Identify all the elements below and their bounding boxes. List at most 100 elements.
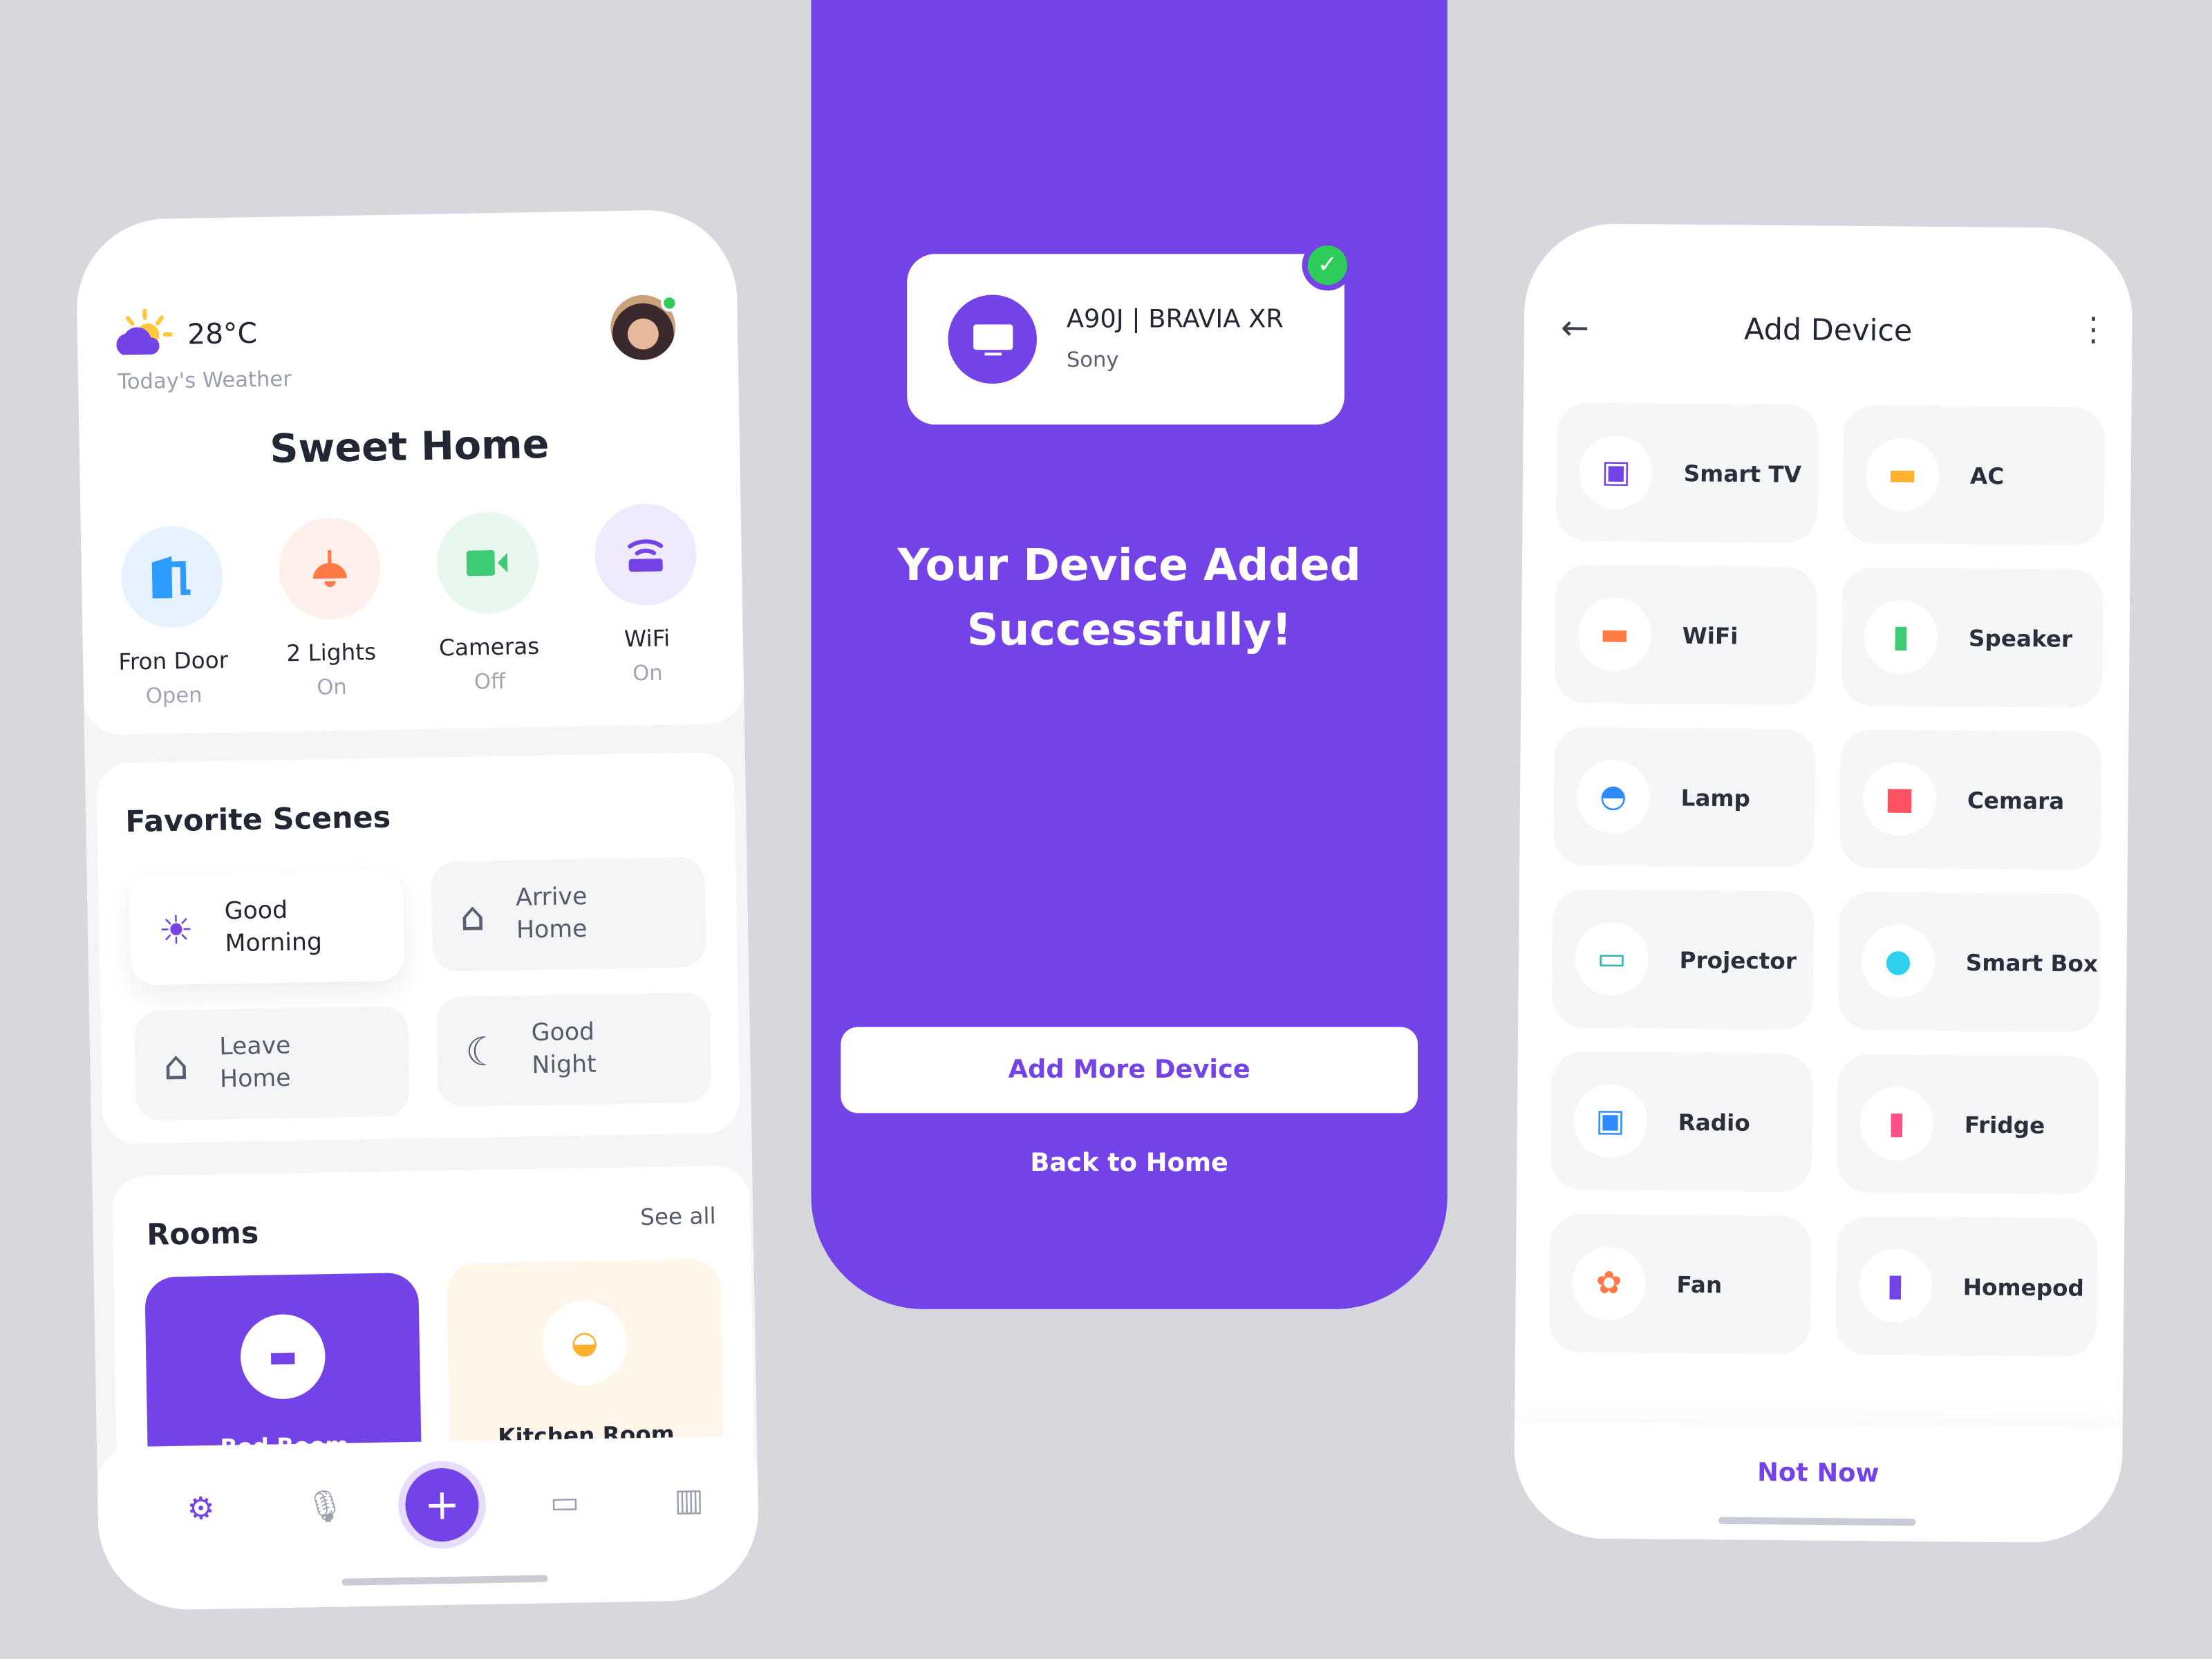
add-device-screen: ← Add Device · · · ▣ Smart TV ▬ AC ▬ WiFi ▮ Speak… (1513, 223, 2133, 1544)
ac-icon: ▬ (1865, 438, 1940, 512)
quick-lights[interactable]: 2 Lights On (259, 516, 403, 701)
device-option[interactable]: ▬ AC (1842, 404, 2105, 546)
device-label: Speaker (1968, 624, 2073, 652)
video-icon[interactable]: ▭ (543, 1481, 586, 1524)
device-label: WiFi (1682, 621, 1738, 649)
device-option[interactable]: ▮ Speaker (1841, 567, 2103, 708)
add-more-device-button[interactable]: Add More Device (841, 1027, 1418, 1114)
wifi-router-icon: ▬ (1577, 597, 1652, 672)
quick-status: Open (145, 682, 203, 709)
device-label: Projector (1679, 946, 1797, 974)
home-indicator (1718, 1517, 1916, 1526)
fridge-icon: ▮ (1859, 1086, 1934, 1161)
device-option[interactable]: ▣ Radio (1550, 1051, 1813, 1192)
scene-label: Home (516, 915, 588, 945)
device-option[interactable]: ▣ Smart TV (1556, 402, 1819, 543)
success-screen: A90J | BRAVIA XR Sony ✓ Your Device Adde… (811, 0, 1447, 1309)
speaker-icon: ▮ (1864, 599, 1938, 674)
home-indicator (341, 1575, 548, 1586)
quick-label: Cameras (438, 632, 540, 662)
tv-icon: ▣ (1579, 435, 1653, 509)
projector-icon: ▭ (1575, 921, 1649, 996)
chart-icon[interactable]: ▥ (667, 1479, 710, 1522)
plus-icon[interactable]: + (397, 1460, 487, 1550)
scene-leave-home[interactable]: ⌂ Leave Home (134, 1006, 410, 1121)
device-option[interactable]: ✿ Fan (1548, 1213, 1812, 1355)
lamp-icon (278, 516, 382, 621)
temperature: 28°C (187, 315, 258, 351)
scene-label: Good (531, 1018, 595, 1048)
camera-icon: ■ (1862, 762, 1937, 836)
arrive-home-icon: ⌂ (459, 892, 486, 940)
quick-front-door[interactable]: Fron Door Open (100, 525, 245, 709)
message-line: Successfully! (966, 605, 1292, 656)
device-option[interactable]: ■ Cemara (1839, 729, 2102, 870)
device-option[interactable]: ● Smart Box (1838, 891, 2101, 1033)
message-line: Your Device Added (897, 540, 1361, 592)
bottom-nav: ⚙ 🎙 + ▭ ▥ (97, 1436, 760, 1611)
quick-label: WiFi (624, 624, 671, 653)
door-icon (120, 525, 224, 629)
fan-icon: ✿ (1572, 1246, 1647, 1321)
wifi-router-icon (594, 503, 697, 607)
device-option[interactable]: ▭ Projector (1552, 889, 1815, 1030)
scene-label: Good (224, 897, 288, 926)
footer: Not Now (1513, 1422, 2123, 1544)
device-label: Lamp (1680, 783, 1751, 812)
quick-status: On (316, 674, 348, 700)
device-option[interactable]: ▮ Fridge (1837, 1053, 2099, 1194)
added-device-card: A90J | BRAVIA XR Sony (907, 254, 1344, 425)
moon-house-icon: ☾ (465, 1027, 501, 1075)
scene-label: Night (532, 1051, 597, 1080)
see-all-link[interactable]: See all (640, 1202, 716, 1230)
scene-good-night[interactable]: ☾ Good Night (435, 992, 712, 1107)
scene-label: Morning (225, 928, 323, 959)
weather-label: Today's Weather (117, 366, 292, 395)
bowl-icon: ◒ (541, 1300, 628, 1387)
page-title: Sweet Home (269, 420, 550, 473)
device-label: Cemara (1967, 786, 2065, 814)
lamp-icon: ◓ (1576, 759, 1651, 834)
toggle-icon[interactable]: ⚙ (179, 1488, 222, 1530)
quick-status: Off (474, 668, 506, 695)
quick-status: On (632, 659, 663, 686)
back-to-home-button[interactable]: Back to Home (811, 1148, 1447, 1178)
smart-box-icon: ● (1861, 924, 1936, 999)
device-label: Homepod (1962, 1273, 2085, 1301)
scene-good-morning[interactable]: ☀ Good Morning (129, 870, 405, 986)
sun-house-icon: ☀ (158, 906, 194, 953)
device-option[interactable]: ◓ Lamp (1553, 727, 1816, 868)
leave-home-icon: ⌂ (162, 1041, 189, 1089)
homepod-icon: ▮ (1858, 1248, 1933, 1323)
device-option[interactable]: ▬ WiFi (1555, 565, 1817, 706)
device-brand: Sony (1066, 347, 1119, 373)
home-header-card: 28°C Today's Weather Sweet Home Fron Doo… (75, 209, 744, 735)
device-label: Fridge (1964, 1110, 2045, 1138)
device-option[interactable]: ▮ Homepod (1835, 1216, 2098, 1357)
more-options-icon[interactable]: · · · (2088, 303, 2099, 361)
scene-label: Home (219, 1064, 291, 1094)
tv-icon (948, 294, 1037, 384)
bed-icon: ▬ (239, 1313, 326, 1400)
scene-label: Leave (218, 1032, 291, 1062)
not-now-button[interactable]: Not Now (1514, 1456, 2122, 1491)
device-label: AC (1969, 462, 2005, 489)
scene-arrive-home[interactable]: ⌂ Arrive Home (431, 856, 706, 972)
check-icon: ✓ (1302, 239, 1353, 291)
section-title: Favorite Scenes (124, 800, 391, 839)
home-screen: 28°C Today's Weather Sweet Home Fron Doo… (75, 209, 760, 1611)
quick-wifi[interactable]: WiFi On (574, 503, 719, 687)
video-camera-icon (435, 511, 540, 615)
page-title: Add Device (1743, 312, 1913, 348)
quick-cameras[interactable]: Cameras Off (416, 511, 561, 695)
device-label: Smart TV (1683, 459, 1802, 487)
scene-label: Arrive (515, 883, 588, 912)
device-name: A90J | BRAVIA XR (1066, 304, 1284, 335)
favorite-scenes-card: Favorite Scenes ☀ Good Morning ⌂ Arrive Home… (96, 751, 740, 1144)
quick-label: 2 Lights (286, 638, 377, 667)
section-title: Rooms (146, 1216, 259, 1252)
microphone-icon[interactable]: 🎙 (303, 1485, 346, 1528)
device-label: Smart Box (1965, 948, 2099, 977)
online-indicator (660, 294, 678, 312)
quick-label: Fron Door (118, 646, 229, 675)
